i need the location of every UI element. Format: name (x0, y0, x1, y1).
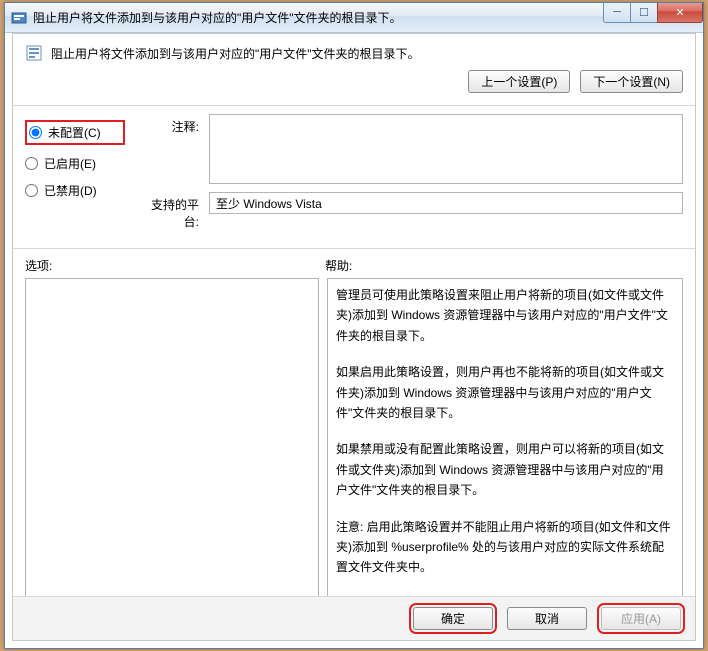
help-paragraph: 如果禁用或没有配置此策略设置，则用户可以将新的项目(如文件或文件夹)添加到 Wi… (336, 439, 674, 500)
comment-textarea[interactable] (209, 114, 683, 184)
radio-not-configured[interactable]: 未配置(C) (25, 120, 125, 145)
section-labels: 选项: 帮助: (13, 257, 695, 278)
options-label: 选项: (25, 257, 325, 274)
panels-row: 管理员可使用此策略设置来阻止用户将新的项目(如文件或文件夹)添加到 Window… (13, 278, 695, 604)
footer: 确定 取消 应用(A) (13, 596, 695, 640)
window-title: 阻止用户将文件添加到与该用户对应的"用户文件"文件夹的根目录下。 (33, 9, 604, 26)
previous-setting-button[interactable]: 上一个设置(P) (468, 70, 570, 93)
radio-enabled[interactable]: 已启用(E) (25, 155, 125, 172)
comment-row: 注释: (139, 114, 683, 184)
cancel-button[interactable]: 取消 (507, 607, 587, 630)
radio-enabled-label: 已启用(E) (44, 155, 96, 172)
divider (13, 248, 695, 249)
radio-not-configured-label: 未配置(C) (48, 124, 101, 141)
next-setting-button[interactable]: 下一个设置(N) (580, 70, 683, 93)
close-button[interactable]: ✕ (657, 3, 703, 23)
window-controls: ─ ☐ ✕ (604, 3, 703, 23)
field-column: 注释: 支持的平台: 至少 Windows Vista (139, 114, 683, 238)
radio-enabled-input[interactable] (25, 157, 38, 170)
apply-button[interactable]: 应用(A) (601, 607, 681, 630)
comment-label: 注释: (139, 114, 209, 135)
nav-row: 上一个设置(P) 下一个设置(N) (13, 66, 695, 103)
radio-disabled[interactable]: 已禁用(D) (25, 182, 125, 199)
maximize-button[interactable]: ☐ (630, 3, 658, 23)
client-area: 阻止用户将文件添加到与该用户对应的"用户文件"文件夹的根目录下。 上一个设置(P… (12, 33, 696, 641)
radio-column: 未配置(C) 已启用(E) 已禁用(D) (25, 114, 125, 238)
radio-disabled-label: 已禁用(D) (44, 182, 97, 199)
policy-title: 阻止用户将文件添加到与该用户对应的"用户文件"文件夹的根目录下。 (51, 45, 683, 62)
radio-disabled-input[interactable] (25, 184, 38, 197)
titlebar[interactable]: 阻止用户将文件添加到与该用户对应的"用户文件"文件夹的根目录下。 ─ ☐ ✕ (5, 3, 703, 33)
app-icon (11, 10, 27, 26)
help-paragraph: 管理员可使用此策略设置来阻止用户将新的项目(如文件或文件夹)添加到 Window… (336, 285, 674, 346)
options-panel[interactable] (25, 278, 319, 604)
minimize-button[interactable]: ─ (603, 3, 631, 23)
policy-icon (25, 44, 43, 62)
ok-button[interactable]: 确定 (413, 607, 493, 630)
platform-value: 至少 Windows Vista (209, 192, 683, 214)
header-row: 阻止用户将文件添加到与该用户对应的"用户文件"文件夹的根目录下。 (13, 34, 695, 66)
platform-label: 支持的平台: (139, 192, 209, 230)
help-panel[interactable]: 管理员可使用此策略设置来阻止用户将新的项目(如文件或文件夹)添加到 Window… (327, 278, 683, 604)
help-paragraph: 如果启用此策略设置，则用户再也不能将新的项目(如文件或文件夹)添加到 Windo… (336, 362, 674, 423)
policy-editor-window: 阻止用户将文件添加到与该用户对应的"用户文件"文件夹的根目录下。 ─ ☐ ✕ 阻… (4, 2, 704, 649)
config-block: 未配置(C) 已启用(E) 已禁用(D) 注释: 支持的平台: (13, 114, 695, 246)
help-paragraph: 注意: 启用此策略设置并不能阻止用户将新的项目(如文件和文件夹)添加到 %use… (336, 517, 674, 578)
divider (13, 105, 695, 106)
help-label: 帮助: (325, 257, 352, 274)
platform-row: 支持的平台: 至少 Windows Vista (139, 192, 683, 230)
radio-not-configured-input[interactable] (29, 126, 42, 139)
